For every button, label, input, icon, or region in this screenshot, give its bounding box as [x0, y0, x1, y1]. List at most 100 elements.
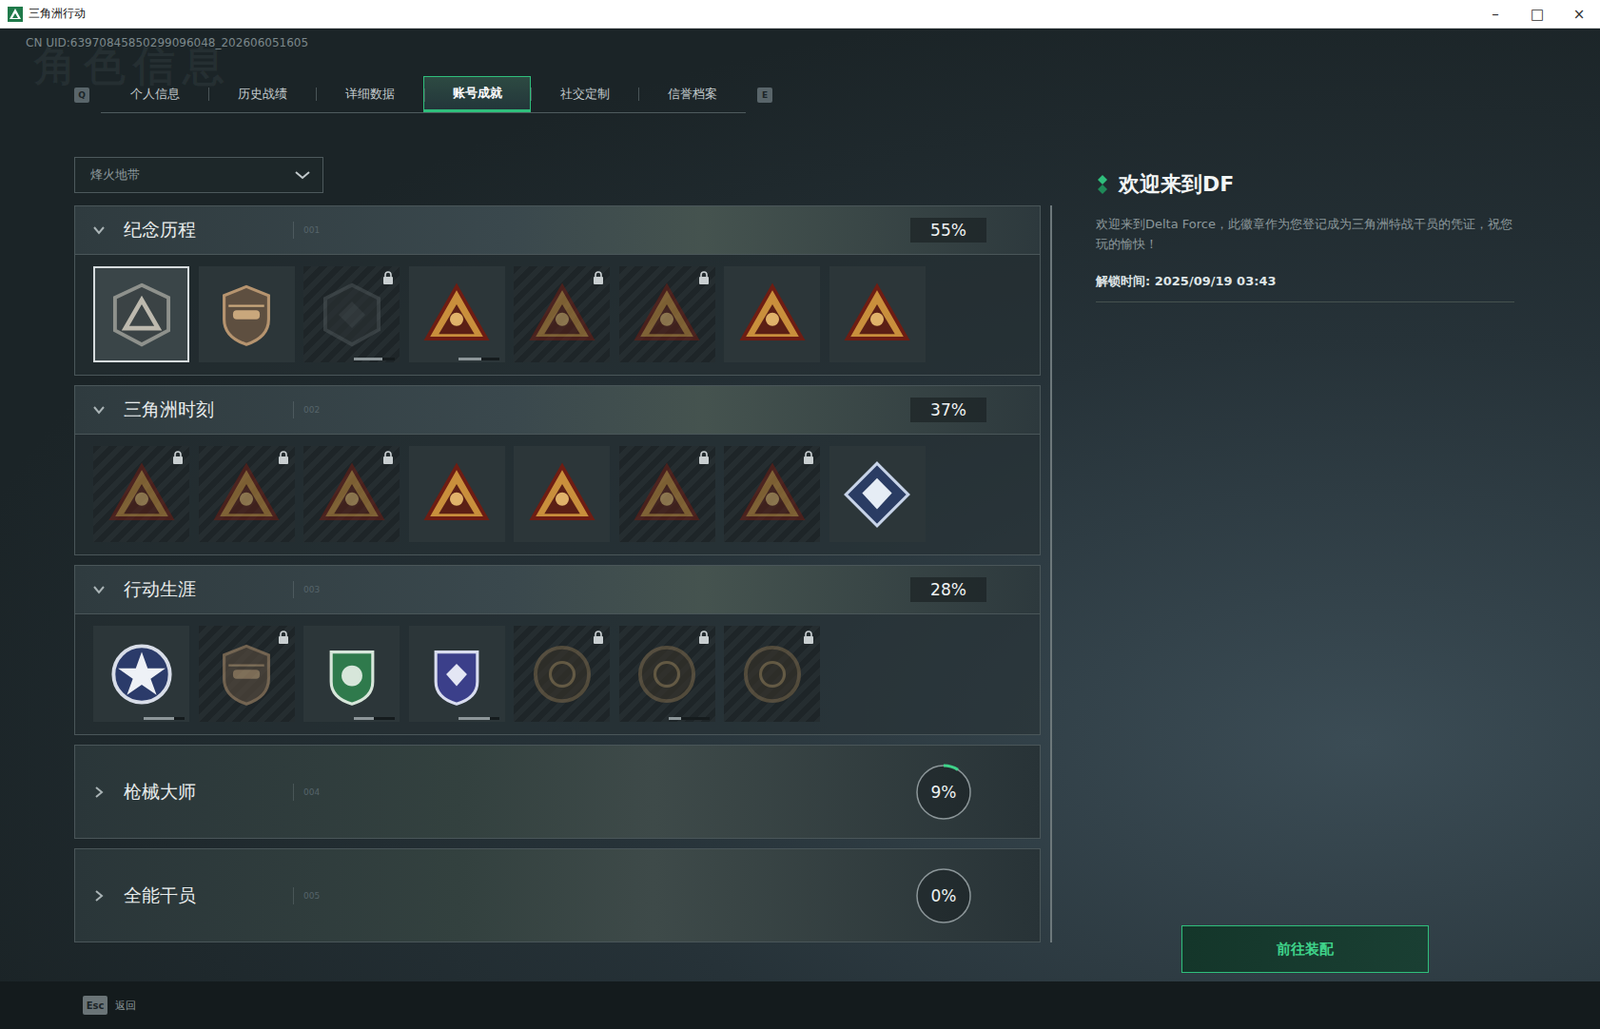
badge-progress-fill [458, 357, 482, 361]
badge-tile[interactable] [303, 266, 400, 363]
lock-icon [277, 450, 290, 465]
category-header[interactable]: 纪念历程00155% [75, 206, 1040, 254]
detail-title: 欢迎来到DF [1118, 170, 1234, 199]
badge-progress-track [668, 717, 710, 721]
badge-icon [419, 277, 494, 352]
badge-tile[interactable] [93, 446, 190, 543]
category-index: 002 [303, 405, 320, 415]
progress-ring: 9% [914, 762, 974, 822]
badge-tile[interactable] [409, 266, 506, 363]
scrollbar[interactable] [1050, 205, 1053, 943]
achievement-category: 枪械大师 004 9% [74, 744, 1041, 840]
tab[interactable]: 个人信息 [100, 76, 209, 113]
chevron-icon[interactable] [91, 222, 107, 238]
badge-icon [104, 277, 179, 352]
tab-label: 社交定制 [560, 85, 610, 103]
category-header[interactable]: 三角洲时刻00237% [75, 386, 1040, 434]
window-control-button[interactable]: × [1558, 0, 1600, 28]
tab[interactable]: 详细数据 [315, 76, 424, 113]
next-tab-key[interactable]: E [757, 87, 773, 103]
badge-tile[interactable] [723, 446, 820, 543]
chevron-icon[interactable] [91, 402, 107, 418]
tab[interactable]: 社交定制 [530, 76, 639, 113]
badge-icon [209, 277, 284, 352]
badge-tile[interactable] [619, 266, 716, 363]
badge-tile[interactable] [198, 446, 295, 543]
title-bar: 三角洲行动 –□× [0, 0, 1600, 29]
tab[interactable]: 账号成就 [423, 76, 531, 113]
badge-tile[interactable] [198, 266, 295, 363]
badge-tile[interactable] [513, 446, 610, 543]
category-title: 纪念历程 [123, 217, 286, 243]
category-header[interactable]: 枪械大师 004 9% [75, 745, 1040, 839]
badge-progress-track [458, 357, 500, 361]
dropdown-arrow-icon [293, 169, 312, 181]
tab[interactable]: 信誉档案 [638, 76, 746, 113]
detail-panel: 欢迎来到DF 欢迎来到Delta Force，此徽章作为您登记成为三角洲特战干员的… [1095, 156, 1515, 974]
category-title: 三角洲时刻 [123, 397, 286, 423]
category-title: 枪械大师 [123, 780, 286, 805]
tab[interactable]: 历史战绩 [208, 76, 316, 113]
category-index: 005 [303, 891, 320, 901]
badge-tile[interactable] [619, 625, 716, 722]
prev-tab-key[interactable]: Q [74, 87, 90, 103]
percent-text: 0% [931, 886, 957, 906]
category-title: 全能干员 [123, 883, 286, 909]
tab-label: 信誉档案 [667, 85, 718, 103]
window-title: 三角洲行动 [28, 5, 86, 22]
badge-tile[interactable] [303, 446, 400, 543]
lock-icon [382, 450, 394, 465]
badge-tile[interactable] [93, 625, 190, 722]
category-index: 003 [303, 585, 320, 595]
badge-tile[interactable] [829, 446, 926, 543]
back-key[interactable]: Esc [82, 995, 108, 1015]
badge-icon [735, 277, 810, 352]
equip-button[interactable]: 前往装配 [1181, 925, 1429, 974]
badge-tile[interactable] [409, 446, 506, 543]
badge-icon [629, 277, 704, 352]
badge-row [75, 253, 1040, 375]
badge-icon [839, 457, 915, 532]
category-title: 行动生涯 [123, 577, 286, 603]
badge-tile[interactable] [93, 266, 190, 363]
window-control-button[interactable]: □ [1516, 0, 1559, 28]
window-control-button[interactable]: – [1474, 0, 1517, 28]
badge-tile[interactable] [513, 625, 610, 722]
badge-tile[interactable] [303, 625, 400, 722]
category-header[interactable]: 行动生涯 003 28% [75, 565, 1040, 614]
achievement-category: 全能干员 005 0% [74, 848, 1041, 943]
back-label[interactable]: 返回 [115, 998, 137, 1014]
chevron-icon[interactable] [91, 582, 107, 598]
category-header[interactable]: 全能干员 005 0% [75, 849, 1040, 942]
progress-ring: 0% [914, 866, 974, 926]
badge-tile[interactable] [723, 266, 820, 363]
mode-dropdown[interactable]: 烽火地带 [74, 156, 324, 194]
lock-icon [802, 450, 815, 465]
badge-tile[interactable] [619, 446, 716, 543]
badge-progress-fill [668, 717, 682, 721]
chevron-icon[interactable] [91, 784, 107, 800]
badge-icon [419, 637, 494, 712]
lock-icon [698, 630, 710, 644]
badge-row [75, 433, 1040, 555]
category-index: 004 [303, 787, 320, 798]
badge-tile[interactable] [829, 266, 926, 363]
badge-progress-track [458, 717, 500, 721]
lock-icon [172, 450, 184, 465]
badge-tile[interactable] [198, 625, 295, 722]
lock-icon [592, 271, 605, 285]
badge-progress-track [353, 717, 395, 721]
badge-tile[interactable] [513, 266, 610, 363]
category-percent: 28% [910, 577, 987, 603]
chevron-icon[interactable] [91, 888, 107, 904]
badge-tile[interactable] [409, 625, 506, 722]
unlock-time: 解锁时间: 2025/09/19 03:43 [1095, 273, 1515, 303]
badge-icon [104, 457, 179, 532]
badge-tile[interactable] [723, 625, 820, 722]
detail-description: 欢迎来到Delta Force，此徽章作为您登记成为三角洲特战干员的凭证，祝您玩… [1095, 214, 1515, 254]
tab-bar: Q 个人信息 历史战绩 详细数据账号成就 社交定制 信誉档案 E [74, 76, 1600, 114]
tab-label: 历史战绩 [237, 85, 288, 103]
badge-icon [525, 637, 600, 712]
percent-text: 28% [930, 580, 967, 600]
achievement-category: 行动生涯 003 28% [74, 565, 1041, 736]
